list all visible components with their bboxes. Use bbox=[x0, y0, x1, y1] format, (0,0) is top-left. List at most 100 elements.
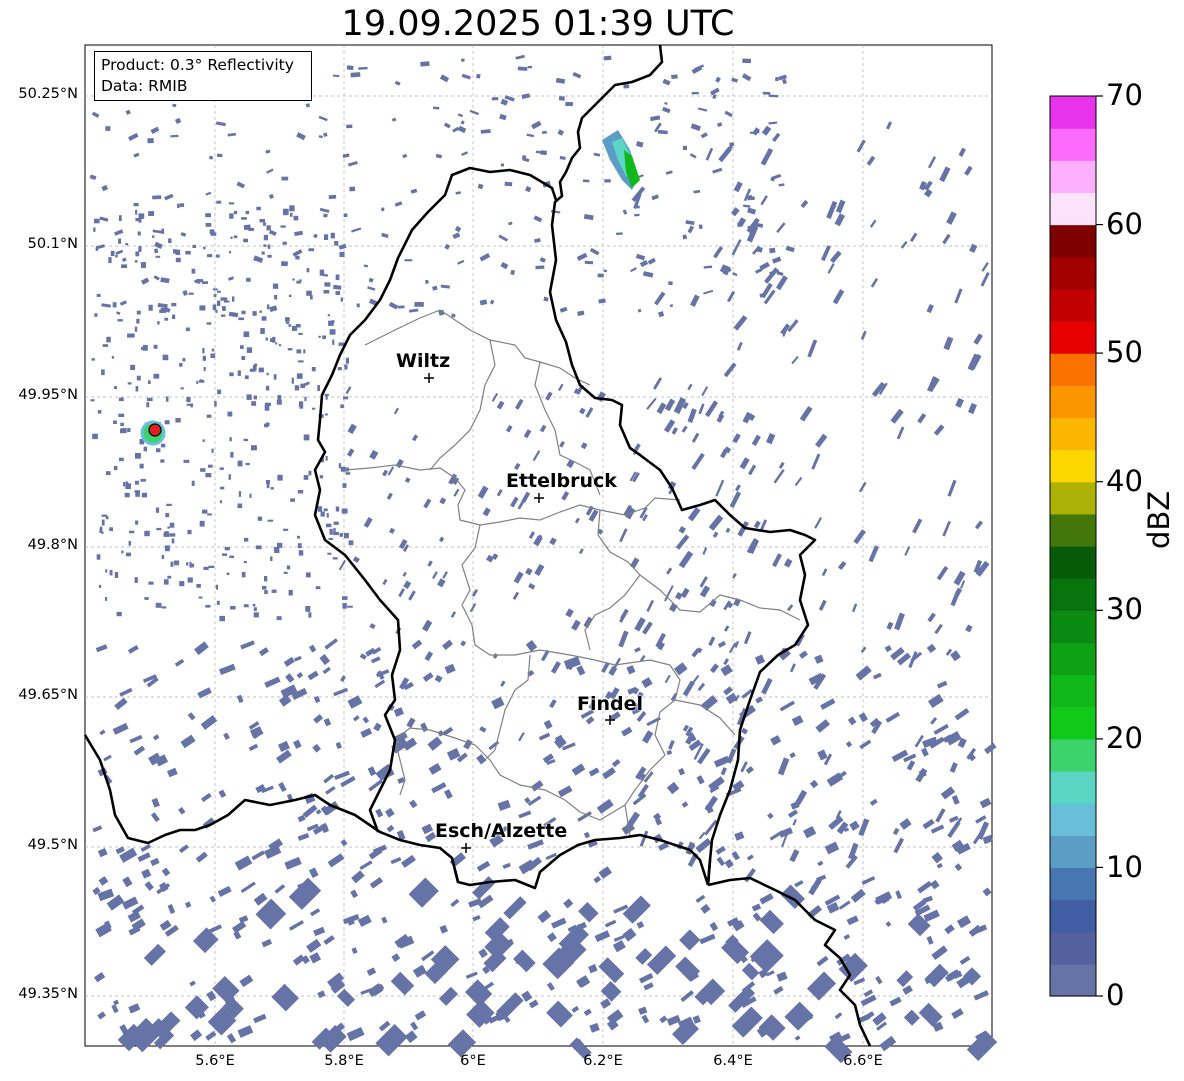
echo-speckle bbox=[167, 575, 172, 579]
echo-speckle bbox=[315, 586, 321, 590]
echo-speckle bbox=[328, 537, 333, 540]
echo-speckle bbox=[243, 331, 250, 338]
echo-speckle bbox=[202, 355, 206, 361]
echo-speckle bbox=[138, 213, 145, 219]
echo-speckle bbox=[263, 222, 266, 226]
colorbar-segment bbox=[1050, 963, 1096, 997]
colorbar-segment bbox=[1050, 192, 1096, 226]
echo-speckle bbox=[604, 179, 611, 183]
echo-speckle bbox=[243, 438, 249, 442]
lon-label: 5.8°E bbox=[324, 1053, 364, 1069]
echo-speckle bbox=[134, 326, 138, 332]
echo-speckle bbox=[397, 305, 405, 309]
echo-speckle bbox=[212, 288, 218, 291]
echo-speckle bbox=[582, 179, 590, 183]
echo-speckle bbox=[262, 586, 267, 590]
echo-speckle bbox=[343, 396, 348, 400]
echo-speckle bbox=[298, 550, 304, 556]
echo-speckle bbox=[120, 428, 124, 432]
echo-speckle bbox=[179, 203, 185, 207]
echo-speckle bbox=[198, 596, 203, 599]
echo-speckle bbox=[267, 244, 271, 249]
echo-speckle bbox=[346, 124, 353, 129]
echo-speckle bbox=[253, 607, 257, 611]
echo-speckle bbox=[541, 130, 547, 134]
echo-speckle bbox=[202, 509, 208, 514]
echo-speckle bbox=[105, 516, 109, 520]
echo-speckle bbox=[634, 213, 640, 217]
echo-speckle bbox=[329, 528, 333, 535]
echo-speckle bbox=[136, 310, 141, 315]
echo-speckle bbox=[277, 542, 283, 548]
echo-speckle bbox=[221, 314, 226, 317]
echo-speckle bbox=[348, 540, 354, 546]
echo-speckle bbox=[425, 279, 429, 284]
echo-speckle bbox=[233, 210, 238, 215]
echo-speckle bbox=[256, 206, 261, 211]
echo-speckle bbox=[251, 401, 257, 406]
colorbar bbox=[1050, 96, 1096, 997]
echo-speckle bbox=[120, 422, 124, 427]
echo-speckle bbox=[261, 251, 265, 255]
echo-speckle bbox=[230, 451, 234, 458]
echo-speckle bbox=[326, 513, 329, 518]
echo-speckle bbox=[112, 302, 117, 308]
echo-speckle bbox=[224, 300, 230, 303]
echo-speckle bbox=[252, 603, 256, 607]
echo-speckle bbox=[327, 552, 332, 555]
echo-speckle bbox=[127, 428, 131, 432]
echo-speckle bbox=[291, 325, 298, 331]
echo-speckle bbox=[191, 268, 196, 274]
echo-speckle bbox=[328, 194, 337, 200]
colorbar-segment bbox=[1050, 385, 1096, 419]
echo-speckle bbox=[623, 84, 630, 89]
echo-speckle bbox=[251, 445, 257, 451]
echo-speckle bbox=[266, 372, 269, 376]
echo-speckle bbox=[281, 176, 289, 181]
echo-speckle bbox=[294, 385, 300, 391]
echo-speckle bbox=[272, 283, 279, 289]
colorbar-tick-label: 50 bbox=[1106, 335, 1143, 369]
echo-speckle bbox=[200, 468, 206, 472]
colorbar-segment bbox=[1050, 513, 1096, 547]
echo-speckle bbox=[182, 358, 186, 362]
echo-speckle bbox=[167, 526, 170, 529]
echo-speckle bbox=[308, 612, 312, 618]
echo-speckle bbox=[179, 581, 185, 587]
echo-speckle bbox=[210, 353, 216, 358]
echo-speckle bbox=[152, 195, 162, 200]
lat-label: 49.35°N bbox=[18, 986, 78, 1002]
product-info-box: Product: 0.3° Reflectivity Data: RMIB bbox=[94, 51, 312, 101]
echo-speckle bbox=[244, 375, 249, 380]
echo-speckle bbox=[215, 584, 218, 590]
echo-speckle bbox=[335, 291, 341, 295]
echo-speckle bbox=[180, 387, 184, 390]
colorbar-segment bbox=[1050, 674, 1096, 708]
echo-speckle bbox=[229, 213, 234, 219]
echo-speckle bbox=[90, 399, 95, 402]
echo-speckle bbox=[291, 377, 294, 384]
echo-speckle bbox=[305, 606, 311, 612]
echo-speckle bbox=[136, 375, 141, 381]
echo-speckle bbox=[349, 186, 356, 192]
echo-speckle bbox=[259, 310, 262, 313]
echo-speckle bbox=[324, 413, 328, 416]
echo-speckle bbox=[258, 367, 264, 373]
echo-speckle bbox=[289, 205, 295, 212]
echo-speckle bbox=[241, 310, 246, 315]
echo-speckle bbox=[216, 254, 220, 258]
echo-speckle bbox=[332, 339, 335, 345]
echo-speckle bbox=[162, 354, 169, 361]
radar-site bbox=[140, 420, 166, 446]
echo-speckle bbox=[138, 246, 142, 252]
echo-speckle bbox=[252, 311, 257, 316]
echo-speckle bbox=[669, 304, 673, 308]
echo-speckle bbox=[186, 403, 192, 406]
echo-speckle bbox=[276, 400, 282, 405]
echo-speckle bbox=[153, 344, 158, 349]
echo-speckle bbox=[105, 569, 108, 573]
echo-speckle bbox=[170, 134, 179, 138]
echo-speckle bbox=[288, 589, 293, 596]
echo-speckle bbox=[155, 255, 161, 258]
echo-speckle bbox=[751, 196, 755, 201]
